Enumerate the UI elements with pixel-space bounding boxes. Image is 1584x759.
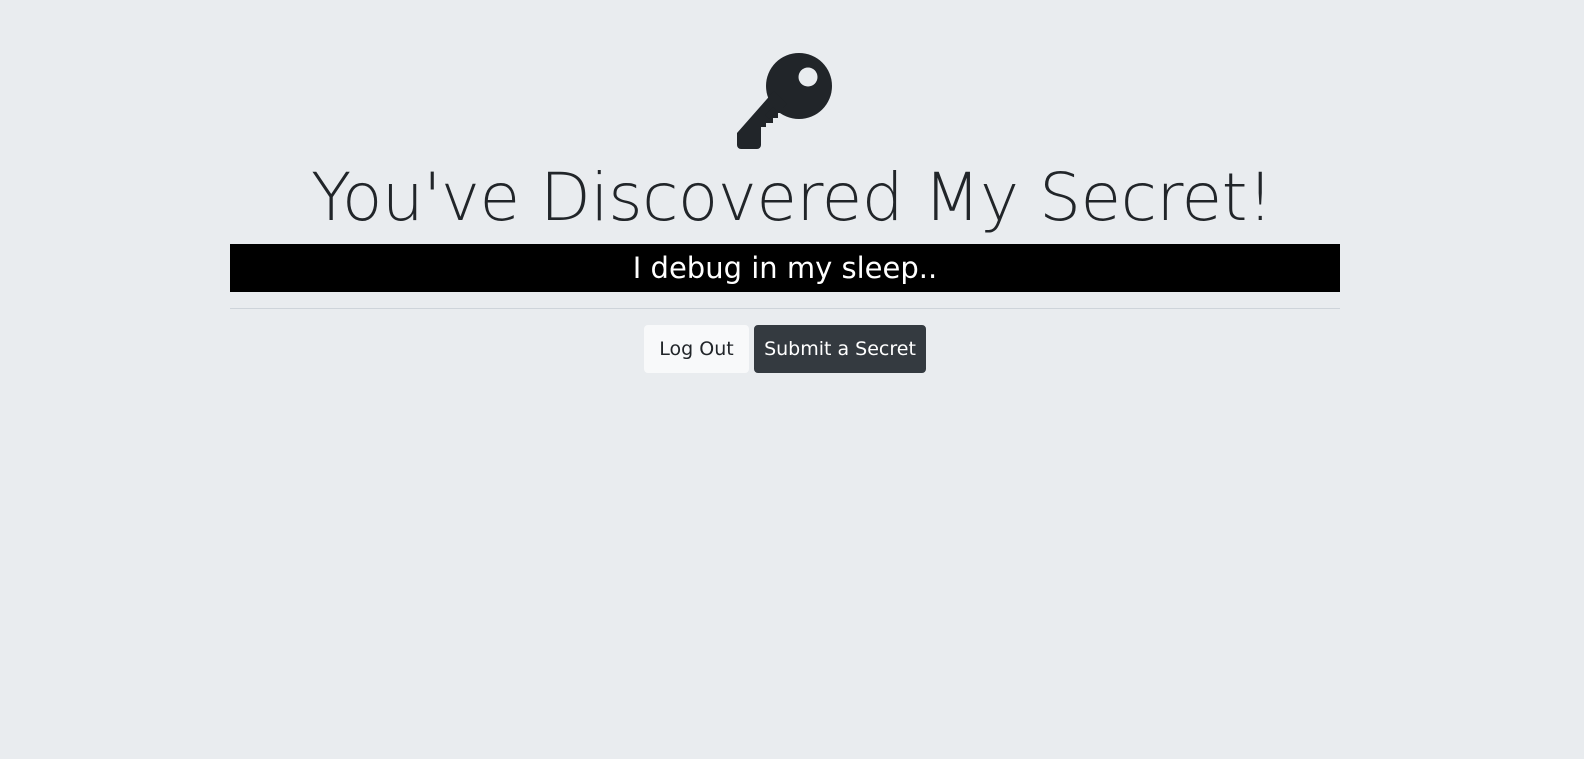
logout-button[interactable]: Log Out: [644, 325, 749, 373]
secret-jumbotron: You've Discovered My Secret! I debug in …: [0, 0, 1584, 759]
divider: [230, 308, 1340, 309]
secret-text: I debug in my sleep..: [230, 244, 1340, 292]
submit-secret-button[interactable]: Submit a Secret: [754, 325, 926, 373]
page-title: You've Discovered My Secret!: [311, 159, 1273, 236]
